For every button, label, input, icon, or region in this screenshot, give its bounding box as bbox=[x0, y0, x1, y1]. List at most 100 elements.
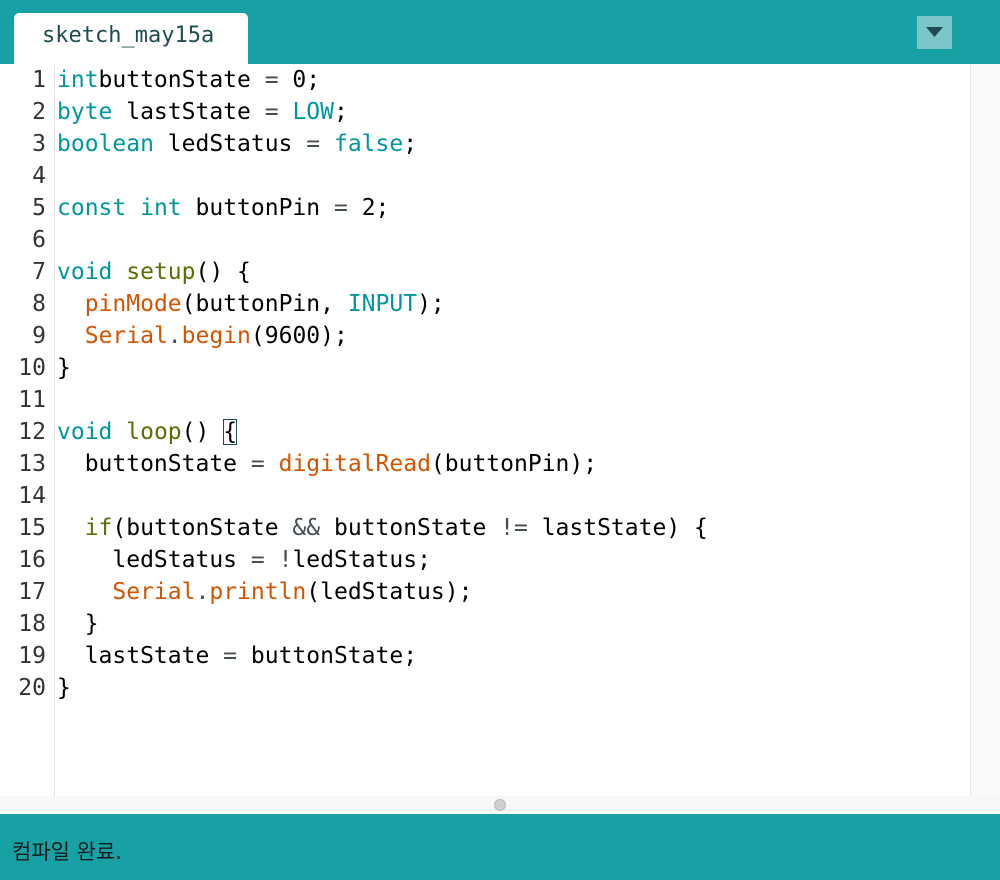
code-token: buttonState; bbox=[237, 643, 418, 669]
code-text: void setup() { bbox=[57, 256, 251, 288]
code-line[interactable]: 17 Serial.println(ledStatus); bbox=[0, 576, 960, 608]
code-text: pinMode(buttonPin, INPUT); bbox=[57, 288, 445, 320]
code-line[interactable]: 2 byte lastState = LOW; bbox=[0, 96, 960, 128]
line-number: 15 bbox=[18, 515, 46, 541]
code-line[interactable]: 4 bbox=[0, 160, 960, 192]
code-token: buttonPin bbox=[181, 195, 334, 221]
code-token: = bbox=[250, 547, 265, 573]
code-token: lastState bbox=[112, 99, 265, 125]
code-token: ledStatus bbox=[57, 547, 251, 573]
code-text: byte lastState = LOW; bbox=[57, 96, 348, 128]
line-number: 12 bbox=[18, 419, 46, 445]
code-text: if(buttonState && buttonState != lastSta… bbox=[57, 512, 708, 544]
code-token: pinMode bbox=[84, 291, 182, 317]
code-line[interactable]: 20} bbox=[0, 672, 960, 704]
code-text: intbuttonState = 0; bbox=[57, 64, 320, 96]
line-number: 14 bbox=[18, 483, 46, 509]
code-token: = bbox=[264, 67, 279, 93]
code-line[interactable]: 6 bbox=[0, 224, 960, 256]
code-token: } bbox=[57, 611, 99, 637]
code-line[interactable]: 18 } bbox=[0, 608, 960, 640]
line-number: 3 bbox=[32, 131, 46, 157]
code-editor[interactable]: 1 intbuttonState = 0; 2 byte lastState = LO… bbox=[0, 64, 1000, 796]
code-token: false bbox=[333, 131, 404, 157]
line-number: 13 bbox=[18, 451, 46, 477]
line-number: 16 bbox=[18, 547, 46, 573]
code-line[interactable]: 3 boolean ledStatus = false; bbox=[0, 128, 960, 160]
code-line[interactable]: 16 ledStatus = !ledStatus; bbox=[0, 544, 960, 576]
code-text: Serial.println(ledStatus); bbox=[57, 576, 472, 608]
code-token: = bbox=[306, 131, 321, 157]
code-text: lastState = buttonState; bbox=[57, 640, 417, 672]
code-token: } bbox=[57, 355, 71, 381]
code-token: 0; bbox=[278, 67, 321, 93]
code-text: boolean ledStatus = false; bbox=[57, 128, 417, 160]
code-token: ledStatus; bbox=[292, 547, 431, 573]
code-token: ! bbox=[278, 547, 293, 573]
triangle-down-icon bbox=[926, 27, 943, 37]
code-line[interactable]: 11 bbox=[0, 384, 960, 416]
code-token: buttonState bbox=[98, 67, 265, 93]
vertical-scrollbar[interactable] bbox=[971, 64, 1000, 796]
line-number: 19 bbox=[18, 643, 46, 669]
code-token: != bbox=[500, 515, 528, 541]
tab-sketch[interactable]: sketch_may15a bbox=[14, 13, 248, 64]
code-line[interactable]: 12 void loop() { bbox=[0, 416, 960, 448]
status-message: 컴파일 완료. bbox=[12, 840, 122, 864]
code-line[interactable]: 13 buttonState = digitalRead(buttonPin); bbox=[0, 448, 960, 480]
divider-handle[interactable] bbox=[494, 799, 506, 811]
code-line[interactable]: 15 if(buttonState && buttonState != last… bbox=[0, 512, 960, 544]
code-token: (ledStatus); bbox=[306, 579, 473, 605]
line-number: 4 bbox=[32, 163, 46, 189]
line-number: 10 bbox=[18, 355, 46, 381]
code-token: (buttonPin, bbox=[181, 291, 348, 317]
code-token: (9600); bbox=[250, 323, 348, 349]
tab-bar: sketch_may15a bbox=[0, 0, 1000, 64]
code-line[interactable]: 1 intbuttonState = 0; bbox=[0, 64, 960, 96]
code-token: Serial bbox=[112, 579, 196, 605]
code-token: byte bbox=[57, 99, 113, 125]
line-number: 8 bbox=[32, 291, 46, 317]
code-token: = bbox=[250, 451, 265, 477]
code-token: lastState) { bbox=[527, 515, 708, 541]
code-token: () { bbox=[195, 259, 251, 285]
line-number: 2 bbox=[32, 99, 46, 125]
code-line[interactable]: 7 void setup() { bbox=[0, 256, 960, 288]
code-line[interactable]: 9 Serial.begin(9600); bbox=[0, 320, 960, 352]
code-token: (buttonPin); bbox=[430, 451, 598, 477]
code-token: int bbox=[57, 67, 99, 93]
code-token: ); bbox=[417, 291, 445, 317]
code-token: if bbox=[84, 515, 113, 541]
code-line[interactable]: 19 lastState = buttonState; bbox=[0, 640, 960, 672]
line-number: 7 bbox=[32, 259, 46, 285]
tab-menu-button[interactable] bbox=[917, 16, 952, 49]
code-token: 2; bbox=[347, 195, 390, 221]
status-bar: 컴파일 완료. bbox=[0, 814, 1000, 880]
line-number: 5 bbox=[32, 195, 46, 221]
code-token: . bbox=[167, 323, 182, 349]
line-number: 20 bbox=[18, 675, 46, 701]
code-token: LOW bbox=[292, 99, 334, 125]
code-token: ; bbox=[403, 131, 418, 157]
panel-divider[interactable] bbox=[0, 796, 1000, 814]
tab-label: sketch_may15a bbox=[42, 23, 215, 48]
code-token: setup bbox=[126, 259, 196, 285]
code-line[interactable]: 5 const int buttonPin = 2; bbox=[0, 192, 960, 224]
code-text: } bbox=[57, 352, 71, 384]
code-line[interactable]: 10} bbox=[0, 352, 960, 384]
code-line[interactable]: 8 pinMode(buttonPin, INPUT); bbox=[0, 288, 960, 320]
code-line[interactable]: 14 bbox=[0, 480, 960, 512]
code-token: void bbox=[57, 419, 113, 445]
code-token: digitalRead bbox=[278, 451, 431, 477]
code-text: ledStatus = !ledStatus; bbox=[57, 544, 431, 576]
code-text: buttonState = digitalRead(buttonPin); bbox=[57, 448, 597, 480]
code-token: boolean bbox=[57, 131, 154, 157]
